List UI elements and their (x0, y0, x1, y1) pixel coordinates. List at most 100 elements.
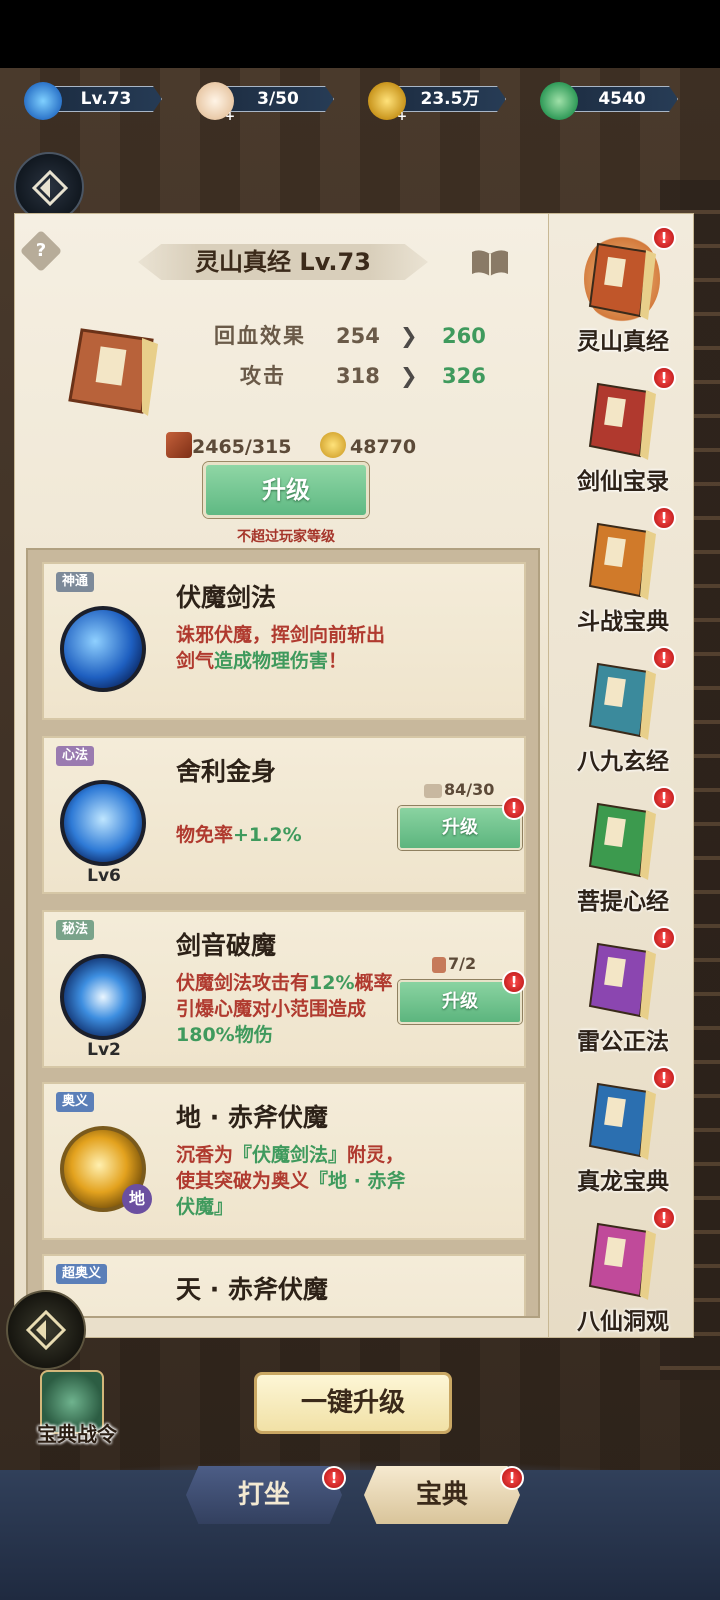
tab-label: 雷公正法 (577, 1029, 669, 1055)
alert-dot: ! (502, 970, 526, 994)
skill-name: 伏魔剑法 (176, 583, 277, 612)
coin-cost-value: 48770 (350, 436, 417, 458)
skill-card-chifu-tian: 超奥义 天 · 赤斧伏魔 (42, 1254, 526, 1316)
alert-dot: ! (652, 646, 676, 670)
tab-book-2[interactable]: 斗战宝典! (556, 506, 690, 636)
alert-dot: ! (652, 786, 676, 810)
skill-tag: 神通 (56, 572, 95, 592)
skill-card-fumo: 神通 伏魔剑法 诛邪伏魔，挥剑向前斩出剑气造成物理伤害！ (42, 562, 526, 720)
codex-book-icon[interactable] (470, 246, 510, 278)
book-icon (584, 374, 660, 464)
jade-resource[interactable]: 4540 (540, 82, 680, 120)
tab-book-7[interactable]: 八仙洞观! (556, 1206, 690, 1336)
skill-level: Lv2 (87, 1040, 121, 1060)
skill-name: 剑音破魔 (176, 931, 277, 960)
tab-book-4[interactable]: 菩提心经! (556, 786, 690, 916)
one-key-upgrade-button[interactable]: 一键升级 (254, 1372, 452, 1434)
tab-book-1[interactable]: 剑仙宝录! (556, 366, 690, 496)
skill-description: 诛邪伏魔，挥剑向前斩出剑气造成物理伤害！ (176, 624, 386, 672)
stat-label: 回血效果 (214, 324, 306, 348)
skill-description: 沉香为『伏魔剑法』附灵，使其突破为奥义『地 · 赤斧伏魔』 (176, 1144, 406, 1218)
skill-tag: 超奥义 (56, 1264, 108, 1284)
stamina-value: 3/50 (222, 86, 334, 112)
skill-level: Lv6 (87, 866, 121, 886)
sound-burst-icon (60, 954, 146, 1040)
stat-current: 254 (336, 324, 380, 348)
book-icon (584, 934, 660, 1024)
arrow-right-icon: ❯ (400, 364, 418, 388)
tab-label: 真龙宝典 (577, 1169, 669, 1195)
stat-current: 318 (336, 364, 380, 388)
battle-pass-label[interactable]: 宝典战令 (22, 1418, 132, 1447)
book-cover-icon (68, 328, 158, 416)
tab-label: 菩提心经 (577, 889, 669, 915)
alert-dot: ! (322, 1466, 346, 1490)
book-icon (584, 514, 660, 604)
skill-cost: 84/30 (424, 780, 494, 799)
tab-book-0[interactable]: 灵山真经! (556, 226, 690, 356)
alert-dot: ! (502, 796, 526, 820)
nav-meditate-button[interactable]: 打坐 (186, 1466, 342, 1524)
alert-dot: ! (652, 226, 676, 250)
jade-leaf-icon (540, 82, 578, 120)
skill-tag: 奥义 (56, 1092, 95, 1112)
help-icon[interactable]: ? (19, 229, 63, 273)
stat-next: 326 (442, 364, 486, 388)
tab-label: 八九玄经 (577, 749, 669, 775)
diamond-arrow-icon (25, 1309, 67, 1351)
nav-codex-button[interactable]: 宝典 (364, 1466, 520, 1524)
figurine-icon (432, 956, 446, 973)
stat-label: 攻击 (240, 364, 286, 388)
sword-wave-icon (60, 606, 146, 692)
upgrade-note: 不超过玩家等级 (237, 529, 335, 545)
bun-icon: + (196, 82, 235, 122)
gold-coin-icon: + (368, 82, 407, 122)
skill-name: 舍利金身 (176, 757, 277, 786)
skill-description: 伏魔剑法攻击有12%概率引爆心魔对小范围造成180%物伤 (176, 972, 393, 1046)
alert-dot: ! (652, 926, 676, 950)
tab-book-3[interactable]: 八九玄经! (556, 646, 690, 776)
tab-label: 剑仙宝录 (577, 469, 669, 495)
book-cost-value: 2465/315 (192, 436, 292, 458)
skill-tag: 心法 (56, 746, 95, 766)
tab-book-6[interactable]: 真龙宝典! (556, 1066, 690, 1196)
level-value: Lv.73 (50, 86, 162, 112)
back-arrow-icon (31, 169, 69, 207)
shield-icon (60, 780, 146, 866)
tab-book-5[interactable]: 雷公正法! (556, 926, 690, 1056)
skill-card-chifu-di: 奥义 地 地 · 赤斧伏魔 沉香为『伏魔剑法』附灵，使其突破为奥义『地 · 赤斧… (42, 1082, 526, 1240)
skill-list[interactable]: 神通 伏魔剑法 诛邪伏魔，挥剑向前斩出剑气造成物理伤害！ 心法 Lv6 舍利金身… (26, 548, 540, 1318)
earth-badge: 地 (122, 1184, 152, 1214)
scroll-icon (424, 783, 442, 798)
spirit-swirl-icon (24, 82, 62, 120)
stamina-resource[interactable]: 3/50 + (196, 82, 336, 122)
skill-name: 天 · 赤斧伏魔 (176, 1275, 328, 1304)
book-icon (584, 1214, 660, 1304)
coin-resource[interactable]: 23.5万 + (368, 82, 508, 122)
tab-label: 八仙洞观 (577, 1309, 669, 1335)
bottom-bar-bg (0, 1470, 720, 1600)
book-icon (584, 794, 660, 884)
skill-tag: 秘法 (56, 920, 95, 940)
upgrade-button[interactable]: 升级 (203, 462, 369, 518)
status-area (0, 0, 720, 68)
book-material-icon (166, 432, 192, 458)
alert-dot: ! (652, 366, 676, 390)
skill-card-jianyin: 秘法 Lv2 剑音破魔 伏魔剑法攻击有12%概率引爆心魔对小范围造成180%物伤… (42, 910, 526, 1068)
tab-label: 斗战宝典 (577, 609, 669, 635)
coin-value: 23.5万 (394, 86, 506, 112)
jade-value: 4540 (566, 86, 678, 112)
back-button[interactable] (14, 152, 84, 222)
book-icon (584, 1074, 660, 1164)
stat-next: 260 (442, 324, 486, 348)
gold-coin-icon (320, 432, 346, 458)
alert-dot: ! (652, 506, 676, 530)
menu-toggle-button[interactable] (6, 1290, 86, 1370)
alert-dot: ! (652, 1206, 676, 1230)
book-icon (584, 234, 660, 324)
skill-name: 地 · 赤斧伏魔 (176, 1103, 328, 1132)
tab-label: 灵山真经 (577, 329, 669, 355)
alert-dot: ! (500, 1466, 524, 1490)
book-title: 灵山真经 Lv.73 (195, 248, 371, 276)
skill-cost: 7/2 (432, 954, 476, 973)
